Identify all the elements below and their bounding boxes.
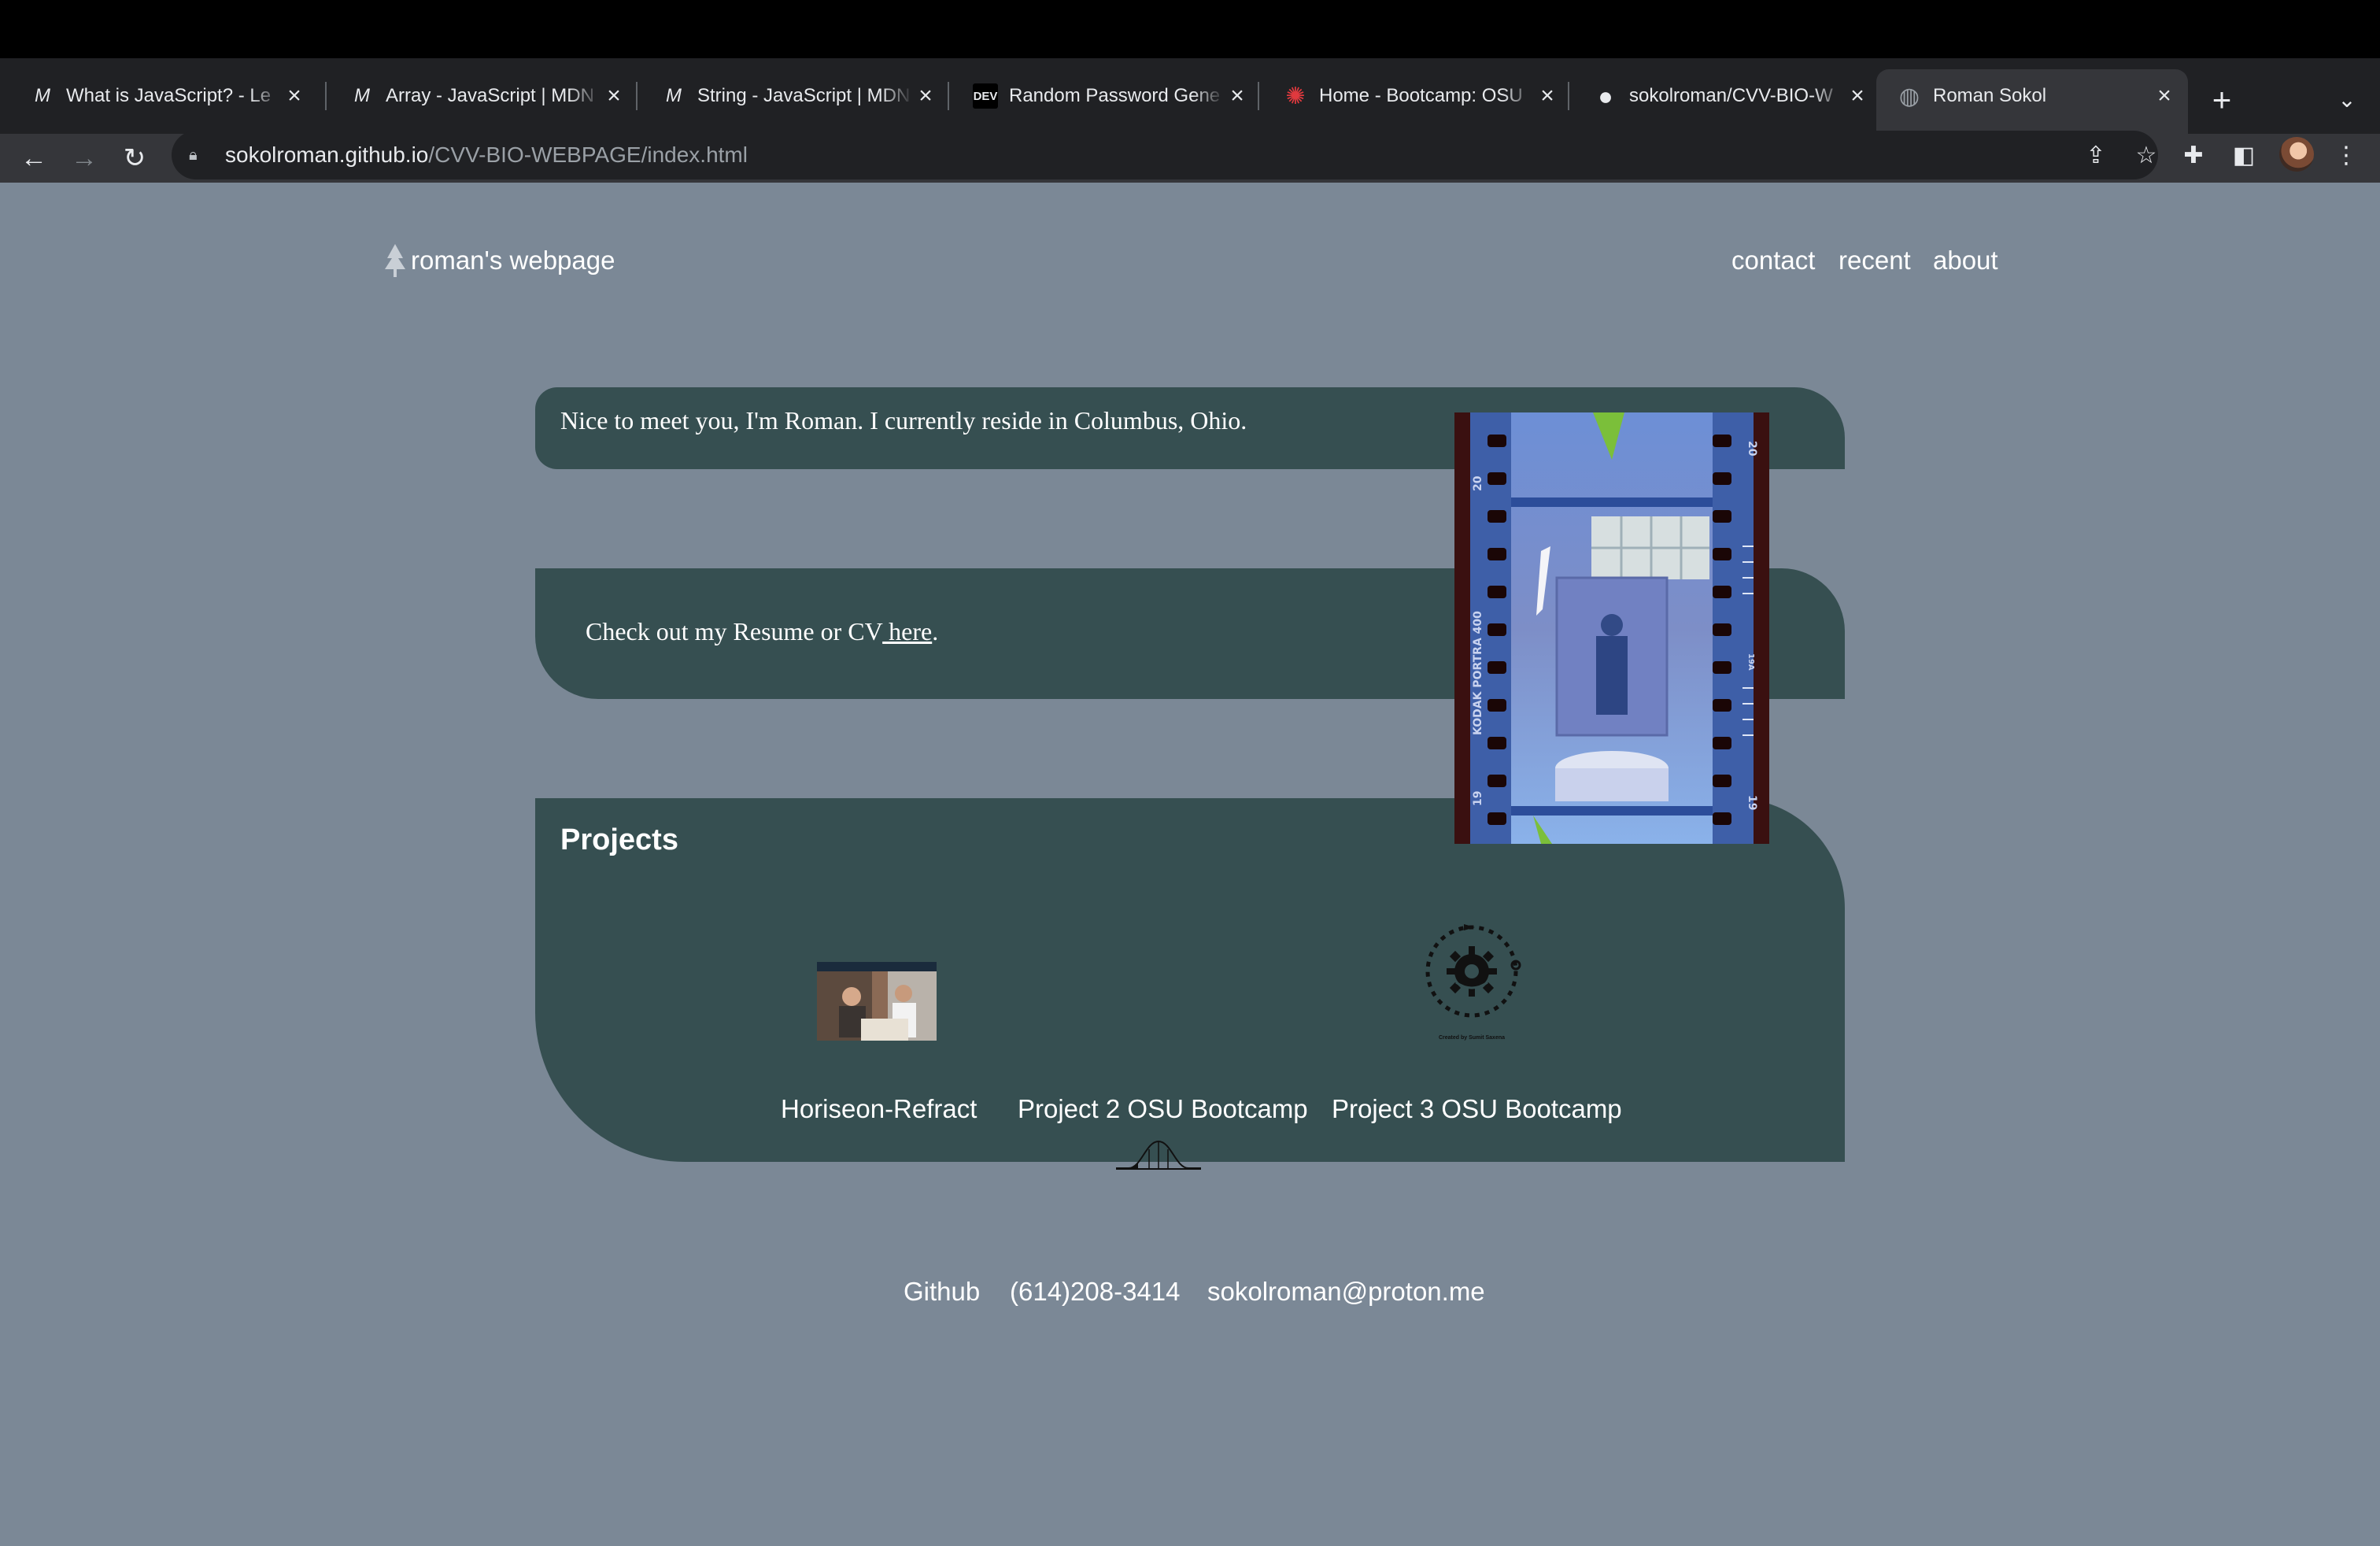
tab-search-button[interactable]: ⌄ <box>2330 82 2364 117</box>
new-tab-button[interactable]: + <box>2204 81 2240 118</box>
brand-text: roman's webpage <box>411 246 615 275</box>
mdn-icon: M <box>666 85 682 106</box>
github-icon: ● <box>1598 81 1613 110</box>
nav-contact[interactable]: contact <box>1731 246 1815 276</box>
film-frame-number: 20 <box>1472 475 1484 491</box>
film-edge-code: 19A <box>1746 653 1755 671</box>
mdn-icon: M <box>35 85 50 106</box>
site-brand[interactable]: roman's webpage <box>382 242 615 279</box>
bootcamp-icon: ✺ <box>1285 83 1306 109</box>
tab-title: Home - Bootcamp: OSU <box>1319 85 1523 106</box>
tab-bootcamp-home[interactable]: ✺ Home - Bootcamp: OSU × <box>1262 69 1571 123</box>
projects-heading: Projects <box>560 823 678 856</box>
page-viewport: roman's webpage contact recent about Nic… <box>0 183 2380 1546</box>
tab-array-javascript[interactable]: M Array - JavaScript | MDN × <box>329 69 638 123</box>
project-thumb-horiseon[interactable] <box>817 962 937 1041</box>
profile-avatar[interactable] <box>2279 137 2314 172</box>
tab-random-password[interactable]: DEV Random Password Gene × <box>952 69 1261 123</box>
film-frame-number: 19 <box>1746 795 1758 810</box>
nav-recent[interactable]: recent <box>1839 246 1911 276</box>
project-link-project-2[interactable]: Project 2 OSU Bootcamp <box>1018 1094 1308 1124</box>
tab-separator <box>1568 82 1569 110</box>
tab-separator <box>325 82 327 110</box>
tab-separator <box>636 82 638 110</box>
reload-button[interactable]: ↻ <box>116 140 153 176</box>
close-icon[interactable]: × <box>913 83 938 109</box>
footer-email-link[interactable]: sokolroman@proton.me <box>1207 1277 1485 1307</box>
tab-title: Random Password Gene <box>1009 85 1221 106</box>
mdn-icon: M <box>354 85 370 106</box>
tab-string-javascript[interactable]: M String - JavaScript | MDN × <box>641 69 949 123</box>
resume-prefix: Check out my Resume or CV <box>586 617 883 645</box>
pine-tree-icon <box>385 244 405 277</box>
tab-title: Array - JavaScript | MDN <box>386 85 594 106</box>
nav-about[interactable]: about <box>1933 246 1998 276</box>
close-icon[interactable]: × <box>601 83 626 109</box>
close-icon[interactable]: × <box>1535 83 1560 109</box>
film-frame-number: 19 <box>1472 791 1484 806</box>
project-thumb-gear[interactable]: Created by Sumit Saxena <box>1409 919 1535 1041</box>
side-panel-icon[interactable]: ◧ <box>2226 137 2262 173</box>
extensions-puzzle-icon[interactable]: ✚ <box>2175 137 2212 173</box>
lock-icon[interactable]: 🔒︎ <box>189 146 206 165</box>
tab-title: What is JavaScript? - Le <box>66 85 272 106</box>
close-icon[interactable]: × <box>1845 83 1870 109</box>
globe-icon: ◍ <box>1898 83 1920 109</box>
film-stock-label: KODAK PORTRA 400 <box>1472 611 1484 735</box>
project-link-horiseon[interactable]: Horiseon-Refract <box>781 1094 977 1124</box>
intro-text: Nice to meet you, I'm Roman. I currently… <box>560 406 1247 435</box>
share-icon[interactable]: ⇪ <box>2078 137 2114 173</box>
resume-text: Check out my Resume or CV here. <box>586 617 938 646</box>
tab-what-is-javascript[interactable]: M What is JavaScript? - Le × <box>9 69 318 123</box>
resume-link[interactable]: here <box>882 617 932 645</box>
url-text: sokolroman.github.io/CVV-BIO-WEBPAGE/ind… <box>225 142 748 168</box>
close-icon[interactable]: × <box>1225 83 1250 109</box>
url-path: /CVV-BIO-WEBPAGE/index.html <box>428 142 748 167</box>
url-host: sokolroman.github.io <box>225 142 429 167</box>
film-frame-number: 20 <box>1746 441 1758 457</box>
tab-separator <box>948 82 949 110</box>
close-icon[interactable]: × <box>282 83 307 109</box>
tab-title: Roman Sokol <box>1933 85 2047 106</box>
gear-icon <box>1425 924 1521 1018</box>
tab-github-repo[interactable]: ● sokolroman/CVV-BIO-W × <box>1572 69 1881 123</box>
forward-button[interactable]: → <box>66 140 102 176</box>
footer-phone-link[interactable]: (614)208-3414 <box>1010 1277 1181 1307</box>
resume-suffix: . <box>932 617 939 645</box>
tab-roman-sokol[interactable]: ◍ Roman Sokol × <box>1876 69 2188 134</box>
address-bar[interactable]: 🔒︎ sokolroman.github.io/CVV-BIO-WEBPAGE/… <box>172 131 2158 179</box>
close-icon[interactable]: × <box>2152 83 2177 109</box>
footer-github-link[interactable]: Github <box>904 1277 980 1307</box>
project-thumb-bell-curve[interactable] <box>1114 1132 1203 1203</box>
menu-kebab-icon[interactable]: ⋮ <box>2328 137 2364 173</box>
tab-title: String - JavaScript | MDN <box>697 85 911 106</box>
film-strip-photo: 20 KODAK PORTRA 400 19 20 19A 19 <box>1454 412 1769 844</box>
dev-icon: DEV <box>973 83 998 109</box>
window-titlebar <box>0 0 2380 58</box>
project-link-project-3[interactable]: Project 3 OSU Bootcamp <box>1332 1094 1622 1124</box>
tab-title: sokolroman/CVV-BIO-W <box>1629 85 1833 106</box>
tab-separator <box>1258 82 1259 110</box>
back-button[interactable]: ← <box>16 140 52 176</box>
tab-strip: M What is JavaScript? - Le × M Array - J… <box>0 58 2380 134</box>
bookmark-star-icon[interactable]: ☆ <box>2128 137 2164 173</box>
